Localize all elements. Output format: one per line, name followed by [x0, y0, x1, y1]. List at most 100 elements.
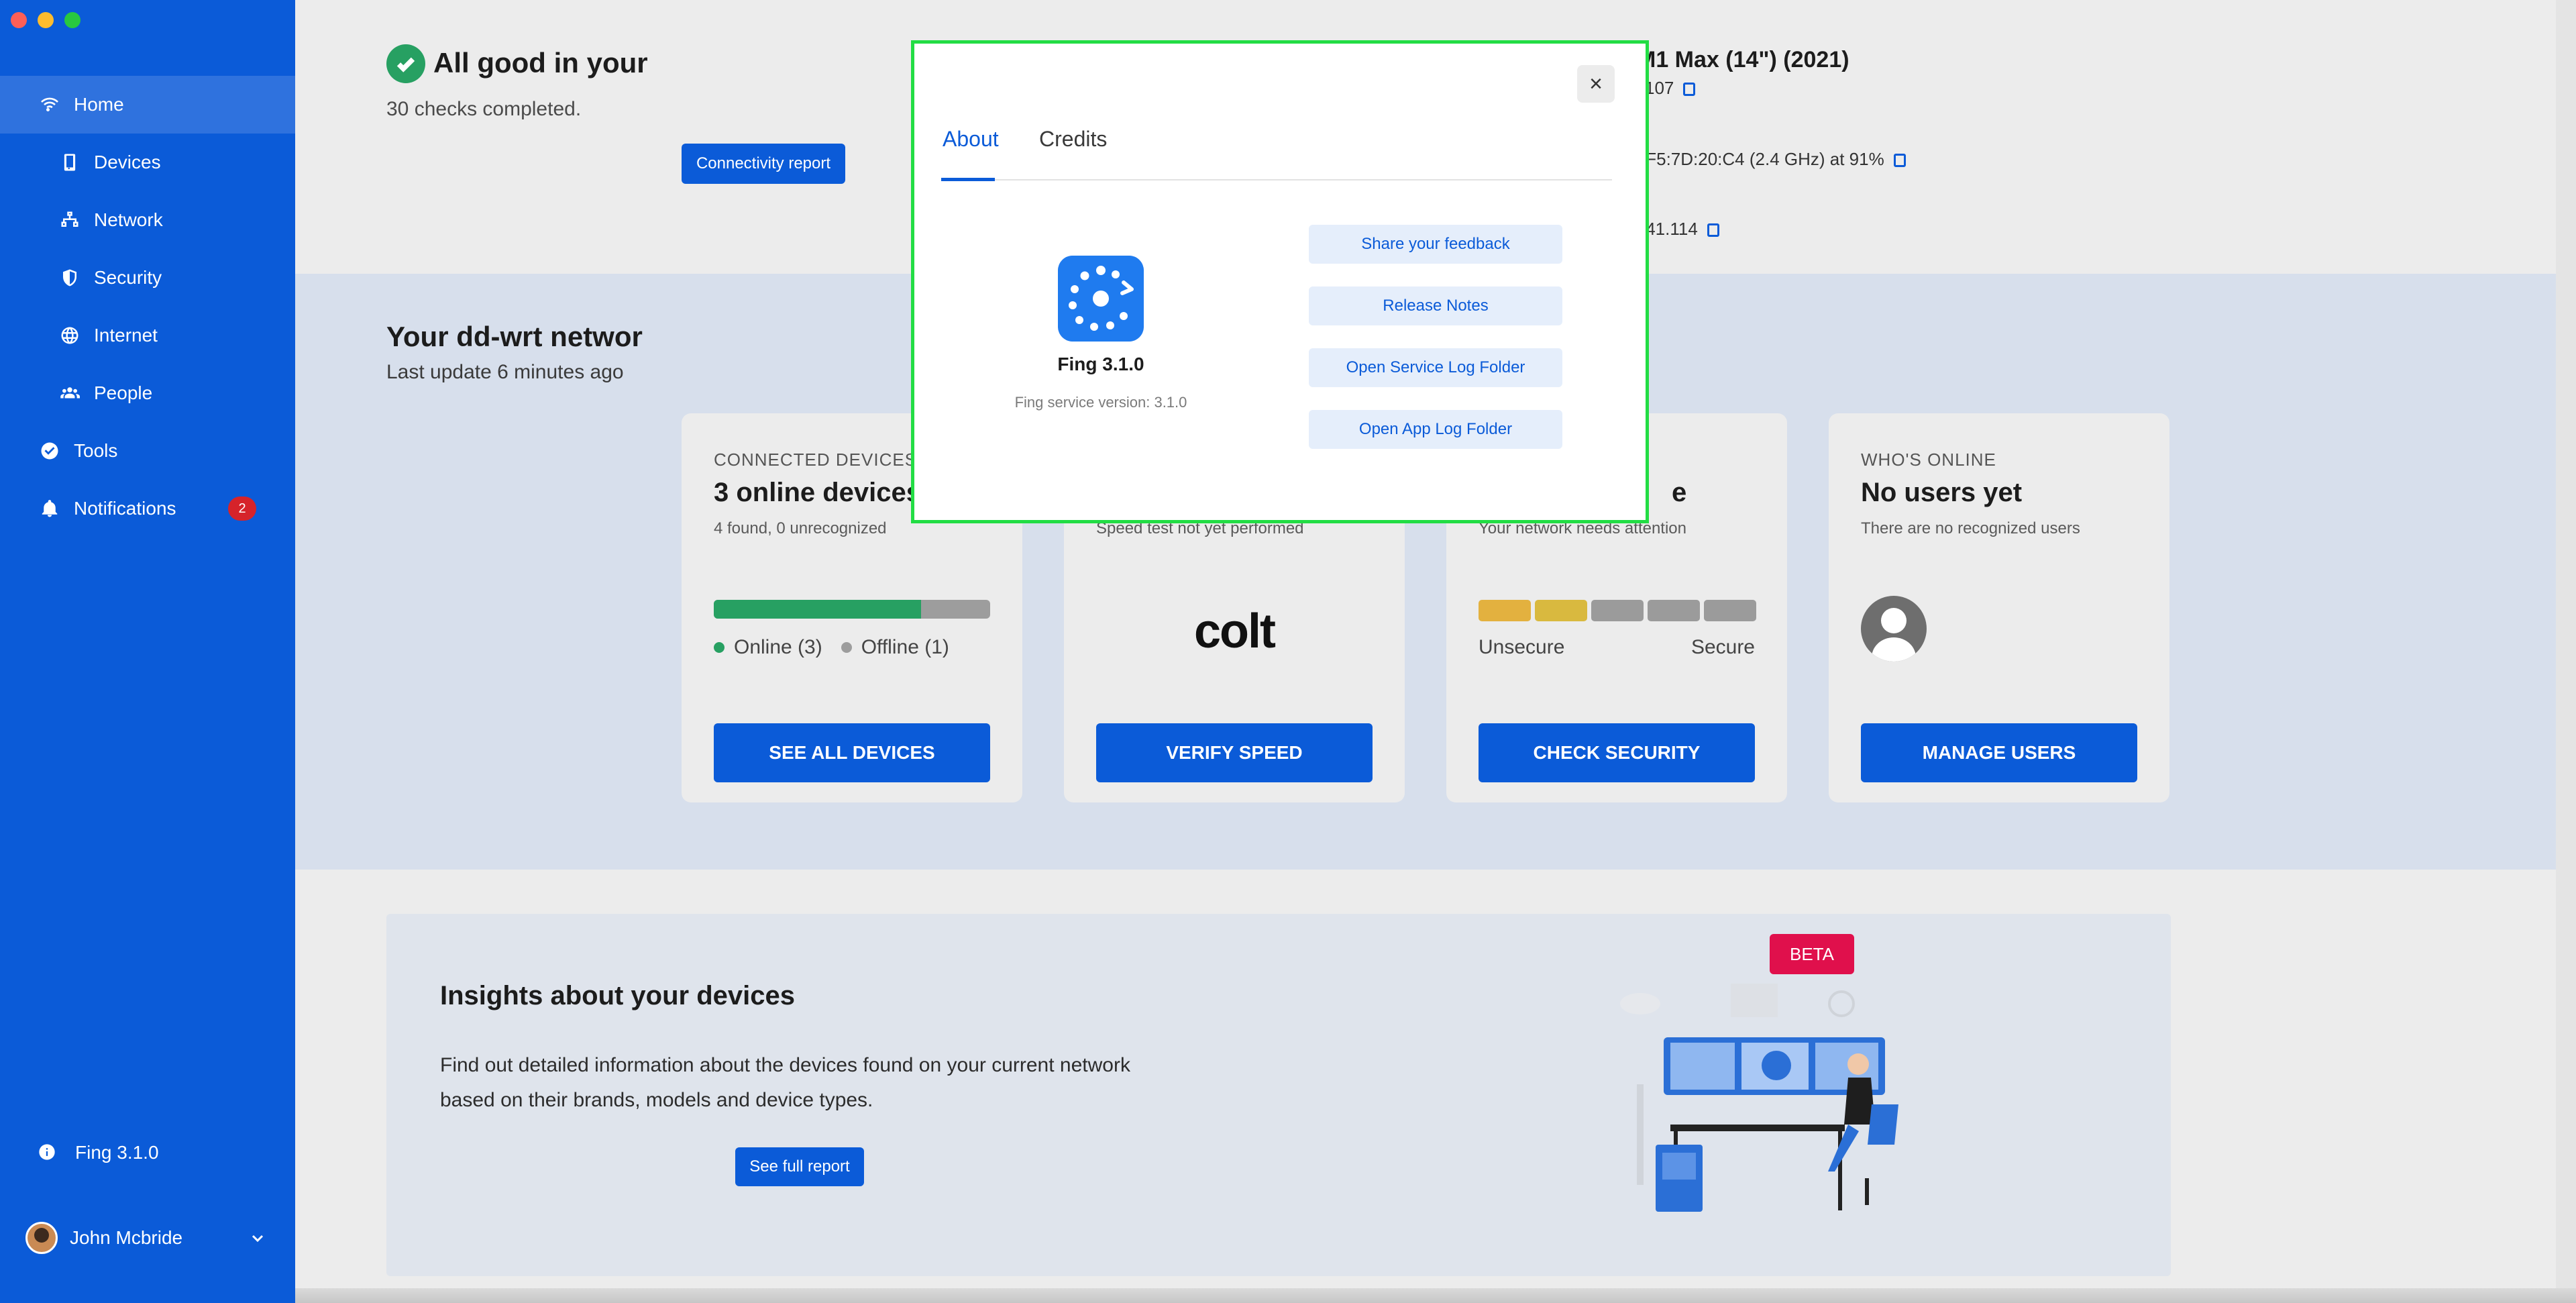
see-full-report-button[interactable]: See full report [735, 1147, 864, 1186]
release-notes-button[interactable]: Release Notes [1309, 286, 1562, 325]
close-icon: × [1589, 70, 1603, 97]
copy-icon[interactable] [1683, 83, 1696, 97]
card-title: e [1672, 478, 1687, 507]
user-name: John Mcbride [70, 1227, 183, 1248]
online-dot [714, 642, 724, 653]
device-detail-text: 107 [1645, 78, 1674, 98]
sidebar-item-label: Tools [74, 440, 118, 461]
active-tab-indicator [941, 178, 995, 181]
sidebar-item-label: Home [74, 94, 124, 115]
check-circle-icon [386, 44, 425, 83]
globe-icon [56, 322, 83, 349]
sidebar: Home Devices Network Security Internet P… [0, 0, 295, 1303]
security-segment [1479, 600, 1531, 621]
app-name: Fing 3.1.0 [1057, 354, 1144, 374]
user-menu[interactable]: John Mcbride [0, 1218, 295, 1257]
minimize-window-button[interactable] [38, 12, 54, 28]
wifi-icon [36, 91, 63, 118]
sidebar-item-people[interactable]: People [0, 364, 295, 422]
security-segment [1704, 600, 1756, 621]
notifications-count-badge: 2 [228, 497, 256, 521]
check-security-button[interactable]: CHECK SECURITY [1479, 723, 1755, 782]
copy-icon[interactable] [1893, 154, 1906, 168]
chevron-down-icon[interactable] [250, 1231, 266, 1247]
open-service-log-folder-button[interactable]: Open Service Log Folder [1309, 348, 1562, 387]
offline-dot [841, 642, 852, 653]
manage-users-button[interactable]: MANAGE USERS [1861, 723, 2137, 782]
connectivity-report-button[interactable]: Connectivity report [682, 144, 845, 184]
device-model: M1 Max (14") (2021) [1637, 47, 1849, 72]
info-icon [38, 1143, 58, 1163]
wifi-detail-text: :F5:7D:20:C4 (2.4 GHz) at 91% [1641, 149, 1884, 169]
card-subtitle: There are no recognized users [1861, 519, 2080, 537]
wifi-detail: :F5:7D:20:C4 (2.4 GHz) at 91% [1641, 149, 1906, 170]
about-dialog: × About Credits Fing 3.1.0 Fing service … [911, 40, 1649, 523]
network-title: Your dd-wrt networ [386, 321, 643, 352]
share-feedback-button[interactable]: Share your feedback [1309, 225, 1562, 264]
people-icon [56, 380, 83, 407]
service-version: Fing service version: 3.1.0 [1014, 394, 1187, 411]
card-kicker: CONNECTED DEVICES [714, 450, 918, 470]
insights-body: Find out detailed information about the … [440, 1054, 1130, 1111]
sidebar-item-label: Notifications [74, 498, 176, 519]
devices-legend: Online (3) Offline (1) [714, 636, 949, 659]
bell-icon [36, 495, 63, 522]
phone-icon [56, 149, 83, 176]
card-subtitle: 4 found, 0 unrecognized [714, 519, 887, 537]
app-version-label: Fing 3.1.0 [75, 1142, 159, 1163]
devices-progress-fill [714, 600, 921, 619]
copy-icon[interactable] [1707, 223, 1719, 238]
card-title: No users yet [1861, 478, 2023, 507]
bottom-shadow [295, 1288, 2576, 1303]
window-controls [11, 12, 80, 28]
insights-title: Insights about your devices [440, 981, 796, 1010]
card-title: 3 online devices [714, 478, 922, 507]
security-label-unsecure: Unsecure [1479, 636, 1565, 658]
beta-badge: BETA [1770, 934, 1854, 974]
tab-about[interactable]: About [943, 127, 999, 152]
fing-app-icon [1058, 256, 1144, 342]
sidebar-item-network[interactable]: Network [0, 191, 295, 249]
check-circle-icon [36, 437, 63, 464]
close-dialog-button[interactable]: × [1577, 65, 1615, 103]
sidebar-item-security[interactable]: Security [0, 249, 295, 307]
devices-progress-bar [714, 600, 990, 619]
zoom-window-button[interactable] [64, 12, 80, 28]
see-all-devices-button[interactable]: SEE ALL DEVICES [714, 723, 990, 782]
tab-credits[interactable]: Credits [1039, 127, 1107, 152]
device-detail: 107 [1645, 78, 1696, 99]
user-placeholder-avatar [1861, 596, 1927, 662]
network-icon [56, 207, 83, 233]
insights-illustration [1620, 984, 1898, 1212]
security-segment [1535, 600, 1587, 621]
sidebar-item-home[interactable]: Home [0, 76, 295, 134]
sidebar-item-label: Network [94, 209, 163, 230]
legend-online: Online (3) [734, 636, 822, 658]
sidebar-item-notifications[interactable]: Notifications 2 [0, 480, 295, 537]
whos-online-card: WHO'S ONLINE No users yet There are no r… [1829, 413, 2169, 802]
scrollbar-track[interactable] [2556, 0, 2576, 1303]
sidebar-item-devices[interactable]: Devices [0, 134, 295, 191]
user-avatar [25, 1222, 58, 1254]
sidebar-item-internet[interactable]: Internet [0, 307, 295, 364]
close-window-button[interactable] [11, 12, 27, 28]
card-kicker: WHO'S ONLINE [1861, 450, 1996, 470]
security-segment [1648, 600, 1700, 621]
open-app-log-folder-button[interactable]: Open App Log Folder [1309, 410, 1562, 449]
status-subtitle: 30 checks completed. [386, 98, 582, 120]
security-segment [1591, 600, 1644, 621]
sidebar-item-label: Security [94, 267, 162, 288]
verify-speed-button[interactable]: VERIFY SPEED [1096, 723, 1373, 782]
tab-divider [941, 179, 1612, 180]
sidebar-item-label: Internet [94, 325, 158, 346]
security-label-secure: Secure [1690, 636, 1755, 658]
app-version-item[interactable]: Fing 3.1.0 [0, 1137, 295, 1169]
sidebar-item-label: People [94, 382, 153, 403]
sidebar-item-tools[interactable]: Tools [0, 422, 295, 480]
ip-detail-text: .41.114 [1641, 219, 1698, 239]
network-subtitle: Last update 6 minutes ago [386, 361, 624, 383]
sidebar-item-label: Devices [94, 152, 161, 172]
ip-detail: .41.114 [1641, 219, 1719, 240]
legend-offline: Offline (1) [861, 636, 949, 658]
isp-logo: colt [1193, 605, 1276, 658]
